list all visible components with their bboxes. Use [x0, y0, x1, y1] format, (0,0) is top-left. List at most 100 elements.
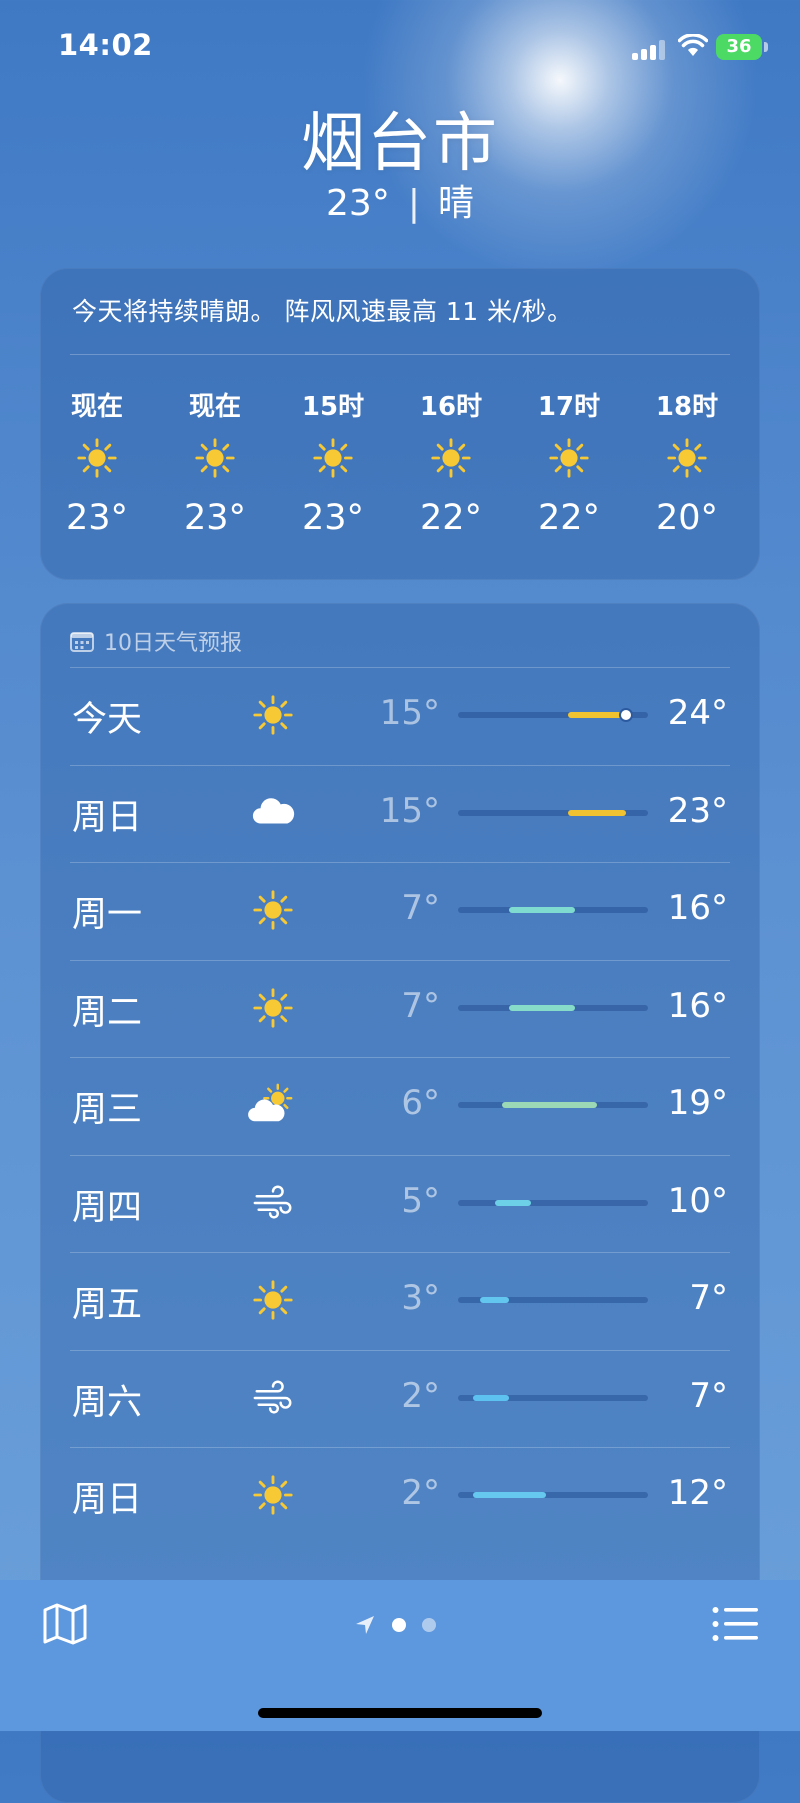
forecast-row[interactable]: 周五 3° 7° [70, 1252, 730, 1349]
temp-range-fill [479, 1297, 510, 1303]
temp-range-bar [458, 1199, 648, 1206]
forecast-low: 7° [401, 888, 440, 928]
forecast-day: 周二 [72, 992, 143, 1033]
forecast-high: 10° [667, 1180, 728, 1221]
hourly-time: 16时 [419, 392, 483, 422]
cloud-icon [240, 783, 306, 843]
temp-range-bar [458, 1004, 648, 1011]
forecast-day: 周五 [72, 1285, 143, 1325]
sun-icon [514, 422, 624, 494]
bottom-tab-bar [0, 1580, 800, 1731]
forecast-low: 6° [401, 1083, 440, 1123]
current-condition: 晴 [437, 183, 474, 224]
forecast-high: 24° [667, 693, 728, 733]
location-arrow-icon [356, 1616, 374, 1634]
hourly-item: 18时 20° [632, 386, 742, 542]
forecast-day: 周六 [72, 1382, 143, 1423]
temp-range-bar [458, 907, 648, 913]
forecast-row[interactable]: 周三 6° 19° [70, 1057, 730, 1154]
temp-range-fill [509, 907, 575, 913]
forecast-low: 2° [401, 1473, 440, 1513]
temp-range-fill [567, 809, 627, 816]
forecast-low: 7° [401, 985, 440, 1026]
status-bar: 14:02 36 [0, 28, 800, 68]
divider [70, 1252, 730, 1253]
map-icon[interactable] [42, 1602, 88, 1646]
divider [70, 1349, 730, 1351]
forecast-row[interactable]: 周四 5° 10° [70, 1154, 730, 1252]
hourly-forecast-card[interactable]: 今天将持续晴朗。 阵风风速最高 11 米/秒。 现在 23° 现在 23° 15时 23°… [40, 268, 760, 580]
weather-summary: 今天将持续晴朗。 阵风风速最高 11 米/秒。 [72, 297, 573, 326]
temp-range-fill [472, 1394, 510, 1401]
sun-icon [240, 1270, 306, 1330]
forecast-high: 12° [667, 1473, 728, 1513]
sun-icon [42, 422, 152, 494]
temp-range-fill [494, 1199, 531, 1206]
home-indicator [258, 1708, 542, 1718]
forecast-day: 周日 [72, 1480, 143, 1520]
divider [70, 1154, 730, 1156]
forecast-high: 7° [689, 1375, 728, 1416]
forecast-day: 周日 [72, 797, 143, 838]
page-dot[interactable] [422, 1618, 436, 1632]
page-indicator[interactable] [354, 1614, 436, 1636]
sun-icon [240, 978, 306, 1038]
divider [70, 862, 730, 863]
forecast-row[interactable]: 周二 7° 16° [70, 959, 730, 1057]
hourly-temp: 23° [301, 498, 365, 538]
forecast-low: 2° [401, 1375, 440, 1416]
sun-icon [240, 880, 306, 940]
sun-icon [278, 422, 388, 494]
battery-cap [764, 42, 768, 52]
forecast-low: 5° [401, 1180, 440, 1221]
temp-range-bar [458, 1492, 648, 1498]
divider [70, 354, 730, 355]
forecast-day: 周三 [72, 1090, 143, 1130]
hourly-item: 17时 22° [514, 386, 624, 542]
forecast-high: 23° [667, 790, 728, 831]
hourly-temp: 22° [537, 498, 601, 538]
forecast-row[interactable]: 周日 2° 12° [70, 1447, 730, 1544]
divider [70, 764, 730, 766]
hourly-item: 现在 23° [42, 386, 152, 542]
forecast-row[interactable]: 今天 15° 24° [70, 667, 730, 764]
forecast-row[interactable]: 周一 7° 16° [70, 862, 730, 959]
forecast-row[interactable]: 周日 15° 23° [70, 764, 730, 862]
calendar-icon [70, 632, 94, 652]
separator: | [407, 183, 420, 224]
city-name: 烟台市 [301, 107, 499, 181]
hourly-item: 16时 22° [396, 386, 506, 542]
temp-range-bar [458, 1297, 648, 1303]
forecast-high: 7° [689, 1278, 728, 1318]
page-dot-active[interactable] [392, 1618, 406, 1632]
hourly-temp: 23° [183, 498, 247, 538]
temp-range-bar [458, 1102, 648, 1108]
temp-range-bar [458, 809, 648, 816]
forecast-header-label: 10日天气预报 [104, 631, 242, 656]
hourly-time: 现在 [188, 392, 241, 422]
sun-icon [160, 422, 270, 494]
forecast-high: 16° [667, 888, 728, 928]
sun-icon [240, 1465, 306, 1525]
hourly-time: 18时 [655, 392, 719, 422]
forecast-low: 15° [379, 693, 440, 733]
hourly-temp: 23° [65, 498, 129, 538]
forecast-day: 今天 [72, 700, 143, 740]
hourly-time: 现在 [70, 392, 123, 422]
temp-range-fill [509, 1004, 575, 1011]
forecast-row[interactable]: 周六 2° 7° [70, 1349, 730, 1447]
hourly-item: 15时 23° [278, 386, 388, 542]
hourly-item: 现在 23° [160, 386, 270, 542]
list-icon[interactable] [712, 1606, 758, 1642]
forecast-header: 10日天气预报 [70, 625, 242, 657]
wind-icon [240, 1368, 306, 1428]
status-time: 14:02 [58, 28, 153, 62]
partly-cloudy-icon [240, 1075, 306, 1135]
current-conditions: 23° | 晴 [0, 174, 800, 226]
forecast-high: 19° [667, 1083, 728, 1123]
forecast-low: 15° [379, 790, 440, 831]
wind-icon [240, 1173, 306, 1233]
forecast-high: 16° [667, 985, 728, 1026]
divider [70, 1447, 730, 1448]
temp-range-bar [458, 1394, 648, 1401]
